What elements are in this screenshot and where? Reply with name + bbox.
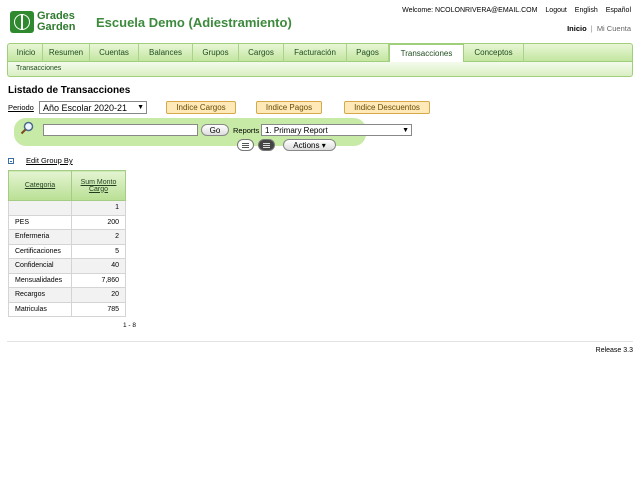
account-links: Inicio | Mi Cuenta	[567, 24, 631, 33]
cell-monto: 7,860	[71, 272, 126, 288]
tab-grupos[interactable]: Grupos	[193, 44, 239, 62]
english-link[interactable]: English	[575, 7, 598, 14]
cell-categoria: Certificaciones	[8, 243, 72, 259]
cell-monto: 2	[71, 229, 126, 245]
indice-cargos-button[interactable]: Indice Cargos	[166, 101, 236, 114]
site-title: Escuela Demo (Adiestramiento)	[96, 15, 292, 30]
col-categoria[interactable]: Categoria	[8, 170, 72, 201]
cell-monto: 1	[71, 200, 126, 216]
cell-categoria: Mensualidades	[8, 272, 72, 288]
list-line	[242, 143, 249, 144]
tab-resumen[interactable]: Resumen	[43, 44, 90, 62]
tab-cuentas[interactable]: Cuentas	[90, 44, 139, 62]
cell-categoria: Confidencial	[8, 258, 72, 274]
search-input[interactable]	[43, 124, 198, 136]
list-line	[263, 145, 270, 146]
search-icon[interactable]	[20, 121, 34, 135]
tab-transacciones[interactable]: Transacciones	[389, 44, 464, 63]
reports-label: Reports	[233, 126, 260, 135]
main-nav: Inicio Resumen Cuentas Balances Grupos C…	[7, 43, 633, 63]
logout-link[interactable]: Logout	[545, 7, 566, 14]
cell-monto: 20	[71, 287, 126, 303]
chevron-down-icon: ▼	[137, 104, 144, 111]
chevron-down-icon: ▼	[402, 127, 409, 134]
list-line	[242, 147, 249, 148]
collapse-icon[interactable]	[8, 158, 14, 164]
cell-categoria: Recargos	[8, 287, 72, 303]
tab-pagos[interactable]: Pagos	[347, 44, 389, 62]
col-sum-monto-cargo[interactable]: Sum Monto Cargo	[71, 170, 126, 201]
logo-text-line2: Garden	[37, 21, 76, 33]
table-row: Matriculas 785	[8, 301, 126, 317]
espanol-link[interactable]: Español	[606, 7, 631, 14]
cell-monto: 200	[71, 214, 126, 230]
go-button[interactable]: Go	[201, 124, 229, 136]
table-row: Certificaciones 5	[8, 243, 126, 259]
cell-categoria: Enfermeria	[8, 229, 72, 245]
periodo-label: Periodo	[8, 103, 34, 112]
cell-monto: 5	[71, 243, 126, 259]
cell-categoria	[8, 200, 72, 216]
tab-balances[interactable]: Balances	[139, 44, 193, 62]
mi-cuenta-link[interactable]: Mi Cuenta	[597, 24, 631, 33]
reports-value: 1. Primary Report	[265, 126, 328, 135]
top-user-bar: Welcome: NCOLONRIVERA@EMAIL.COM Logout E…	[396, 7, 631, 14]
periodo-value: Año Escolar 2020-21	[43, 103, 128, 113]
inicio-link[interactable]: Inicio	[567, 24, 587, 33]
list-line	[263, 143, 270, 144]
table-row: Confidencial 40	[8, 258, 126, 274]
release-version: Release 3.3	[595, 347, 633, 354]
edit-group-by-link[interactable]: Edit Group By	[26, 156, 73, 165]
page-title: Listado de Transacciones	[8, 85, 131, 96]
view-group-by-button[interactable]	[258, 139, 275, 151]
view-report-button[interactable]	[237, 139, 254, 151]
table-row: Enfermeria 2	[8, 229, 126, 245]
grades-garden-logo[interactable]: Grades Garden	[10, 11, 82, 35]
cell-categoria: PES	[8, 214, 72, 230]
tab-cargos[interactable]: Cargos	[239, 44, 284, 62]
tab-inicio[interactable]: Inicio	[10, 44, 43, 62]
actions-button[interactable]: Actions ▾	[283, 139, 336, 151]
footer-divider	[7, 341, 633, 342]
cell-categoria: Matriculas	[8, 301, 72, 317]
report-table: Categoria Sum Monto Cargo 1 PES 200 Enfer…	[8, 170, 126, 317]
tab-conceptos[interactable]: Conceptos	[464, 44, 524, 62]
globe-icon	[10, 11, 34, 33]
cell-monto: 785	[71, 301, 126, 317]
list-line	[263, 147, 270, 148]
table-row: Mensualidades 7,860	[8, 272, 126, 288]
sub-nav: Transacciones	[7, 62, 633, 77]
indice-pagos-button[interactable]: Indice Pagos	[256, 101, 322, 114]
pagination-count: 1 - 8	[123, 322, 137, 329]
table-row: Recargos 20	[8, 287, 126, 303]
table-row: PES 200	[8, 214, 126, 230]
subnav-transacciones[interactable]: Transacciones	[16, 65, 61, 72]
link-separator: |	[590, 24, 593, 33]
table-row: 1	[8, 200, 126, 216]
list-line	[242, 145, 249, 146]
reports-select[interactable]: 1. Primary Report ▼	[261, 124, 412, 136]
welcome-text: Welcome: NCOLONRIVERA@EMAIL.COM	[402, 7, 538, 14]
tab-facturacion[interactable]: Facturación	[284, 44, 347, 62]
indice-descuentos-button[interactable]: Indice Descuentos	[344, 101, 430, 114]
periodo-select[interactable]: Año Escolar 2020-21 ▼	[39, 101, 147, 114]
cell-monto: 40	[71, 258, 126, 274]
